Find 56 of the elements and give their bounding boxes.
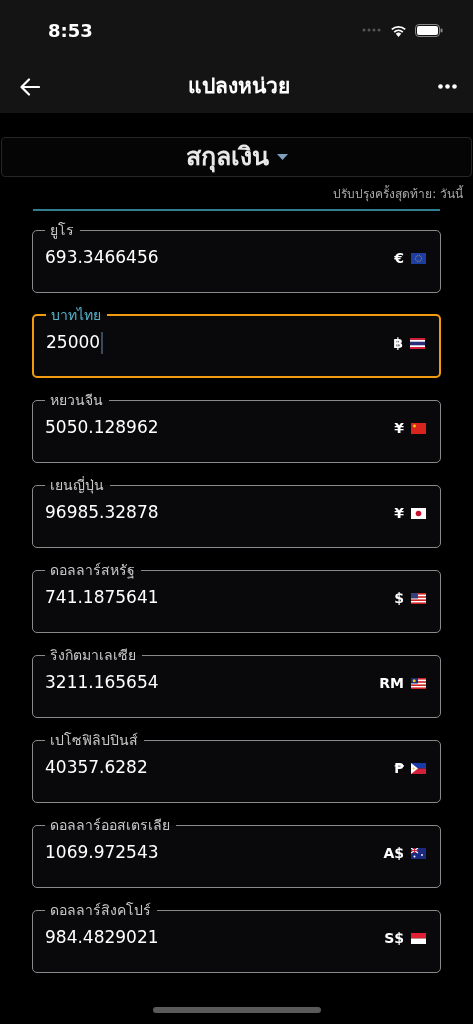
field-label: ดอลลาร์ออสเตรเลีย [49, 816, 171, 835]
caret-icon [276, 154, 288, 160]
flag-icon [411, 592, 426, 604]
amount-field[interactable]: ยูโร 693.3466456 € [32, 220, 441, 293]
category-dropdown[interactable]: สกุลเงิน [1, 137, 472, 177]
amount-value: 693.3466456 [45, 246, 159, 270]
currency-symbol: $ [394, 588, 404, 608]
currency-symbol: ฿ [393, 333, 403, 353]
currency-symbol: € [394, 248, 404, 268]
amount-value: 741.1875641 [45, 586, 159, 610]
amount-value: 3211.165654 [45, 671, 159, 695]
field-label: ยูโร [49, 221, 75, 240]
flag-icon [411, 932, 426, 944]
field-label: เยนญี่ปุ่น [49, 475, 105, 495]
last-updated-text: ปรับปรุงครั้งสุดท้าย: วันนี้ [333, 187, 463, 201]
amount-field[interactable]: เยนญี่ปุ่น 96985.32878 ¥ [32, 475, 441, 548]
more-icon[interactable] [438, 84, 457, 89]
amount-value: 5050.128962 [45, 416, 159, 440]
amount-value: 40357.6282 [45, 756, 148, 780]
field-label: เปโซฟิลิปปินส์ [49, 731, 139, 750]
currency-symbol: RM [379, 673, 404, 693]
flag-icon [411, 422, 426, 434]
amount-field[interactable]: ดอลลาร์สิงคโปร์ 984.4829021 S$ [32, 900, 441, 973]
flag-icon [411, 677, 426, 689]
flag-icon [410, 337, 425, 349]
flag-icon [411, 847, 426, 859]
currency-symbol: S$ [384, 928, 404, 948]
currency-symbol: ¥ [394, 418, 404, 438]
battery-icon [415, 23, 443, 37]
amount-field[interactable]: เปโซฟิลิปปินส์ 40357.6282 ₱ [32, 730, 441, 803]
page-title: แปลงหน่วย [188, 72, 290, 100]
amount-field[interactable]: ดอลลาร์ออสเตรเลีย 1069.972543 A$ [32, 815, 441, 888]
amount-field[interactable]: ริงกิตมาเลเซีย 3211.165654 RM [32, 645, 441, 718]
amount-value: 96985.32878 [45, 501, 159, 525]
status-time: 8:53 [48, 18, 93, 43]
back-arrow-icon[interactable] [20, 77, 40, 96]
text-cursor [101, 332, 104, 354]
amount-field[interactable]: หยวนจีน 5050.128962 ¥ [32, 390, 441, 463]
field-label: หยวนจีน [49, 391, 104, 410]
flag-icon [411, 252, 426, 264]
amount-value: 25000 [46, 331, 101, 355]
field-label: ริงกิตมาเลเซีย [49, 646, 137, 665]
amount-field[interactable]: บาทไทย 25000 ฿ [32, 305, 441, 378]
amount-field[interactable]: ดอลลาร์สหรัฐ 741.1875641 $ [32, 560, 441, 633]
flag-icon [411, 762, 426, 774]
amount-value: 1069.972543 [45, 841, 159, 865]
wifi-icon [390, 23, 407, 37]
field-label: ดอลลาร์สหรัฐ [49, 561, 136, 580]
amount-value: 984.4829021 [45, 926, 159, 950]
field-label: บาทไทย [50, 306, 102, 325]
flag-icon [411, 507, 426, 519]
signal-icon [362, 28, 382, 32]
currency-symbol: ₱ [394, 758, 404, 778]
currency-symbol: A$ [383, 843, 404, 863]
currency-symbol: ¥ [394, 503, 404, 523]
field-label: ดอลลาร์สิงคโปร์ [49, 901, 152, 920]
